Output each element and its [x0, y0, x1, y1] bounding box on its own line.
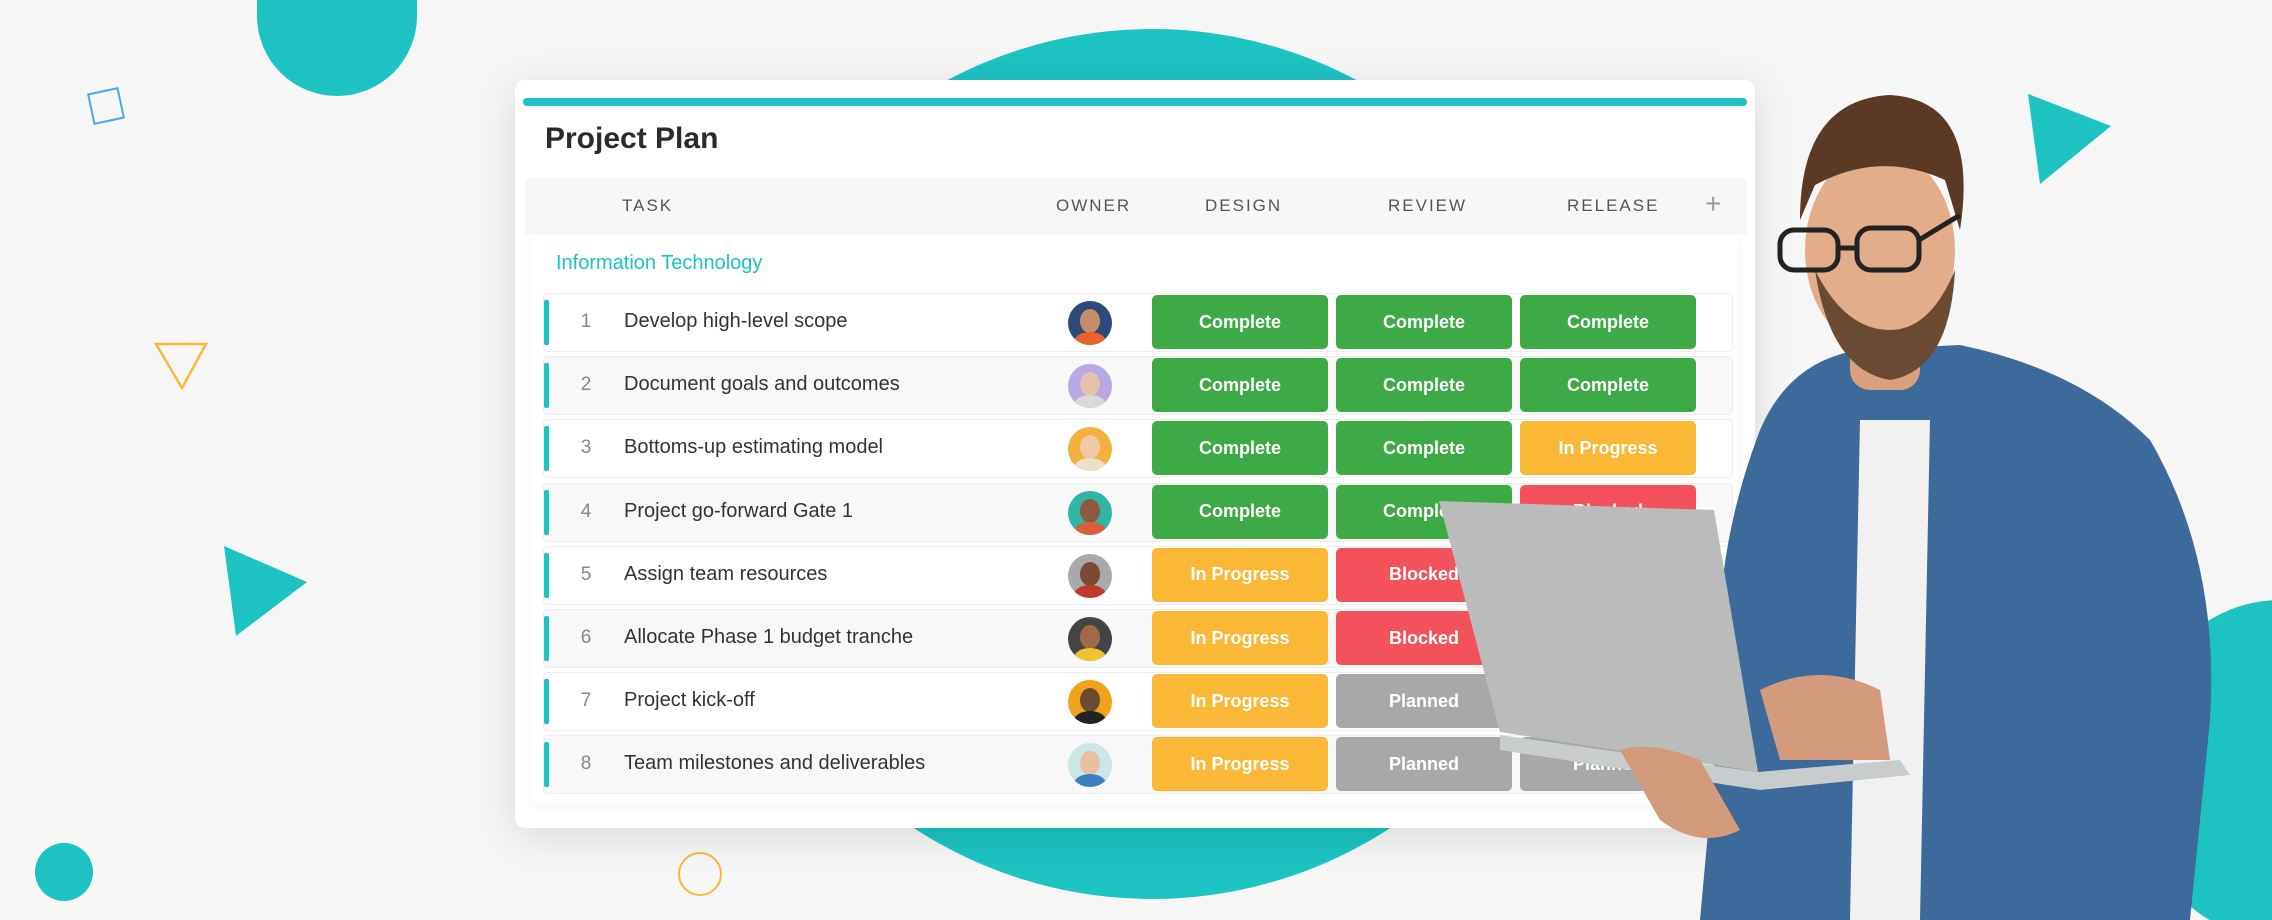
tshirt — [1850, 420, 1930, 920]
shirt — [1700, 345, 2212, 920]
person-with-laptop-photo — [1439, 95, 2212, 920]
hand-right — [1760, 675, 1890, 760]
laptop-lid — [1439, 501, 1758, 772]
